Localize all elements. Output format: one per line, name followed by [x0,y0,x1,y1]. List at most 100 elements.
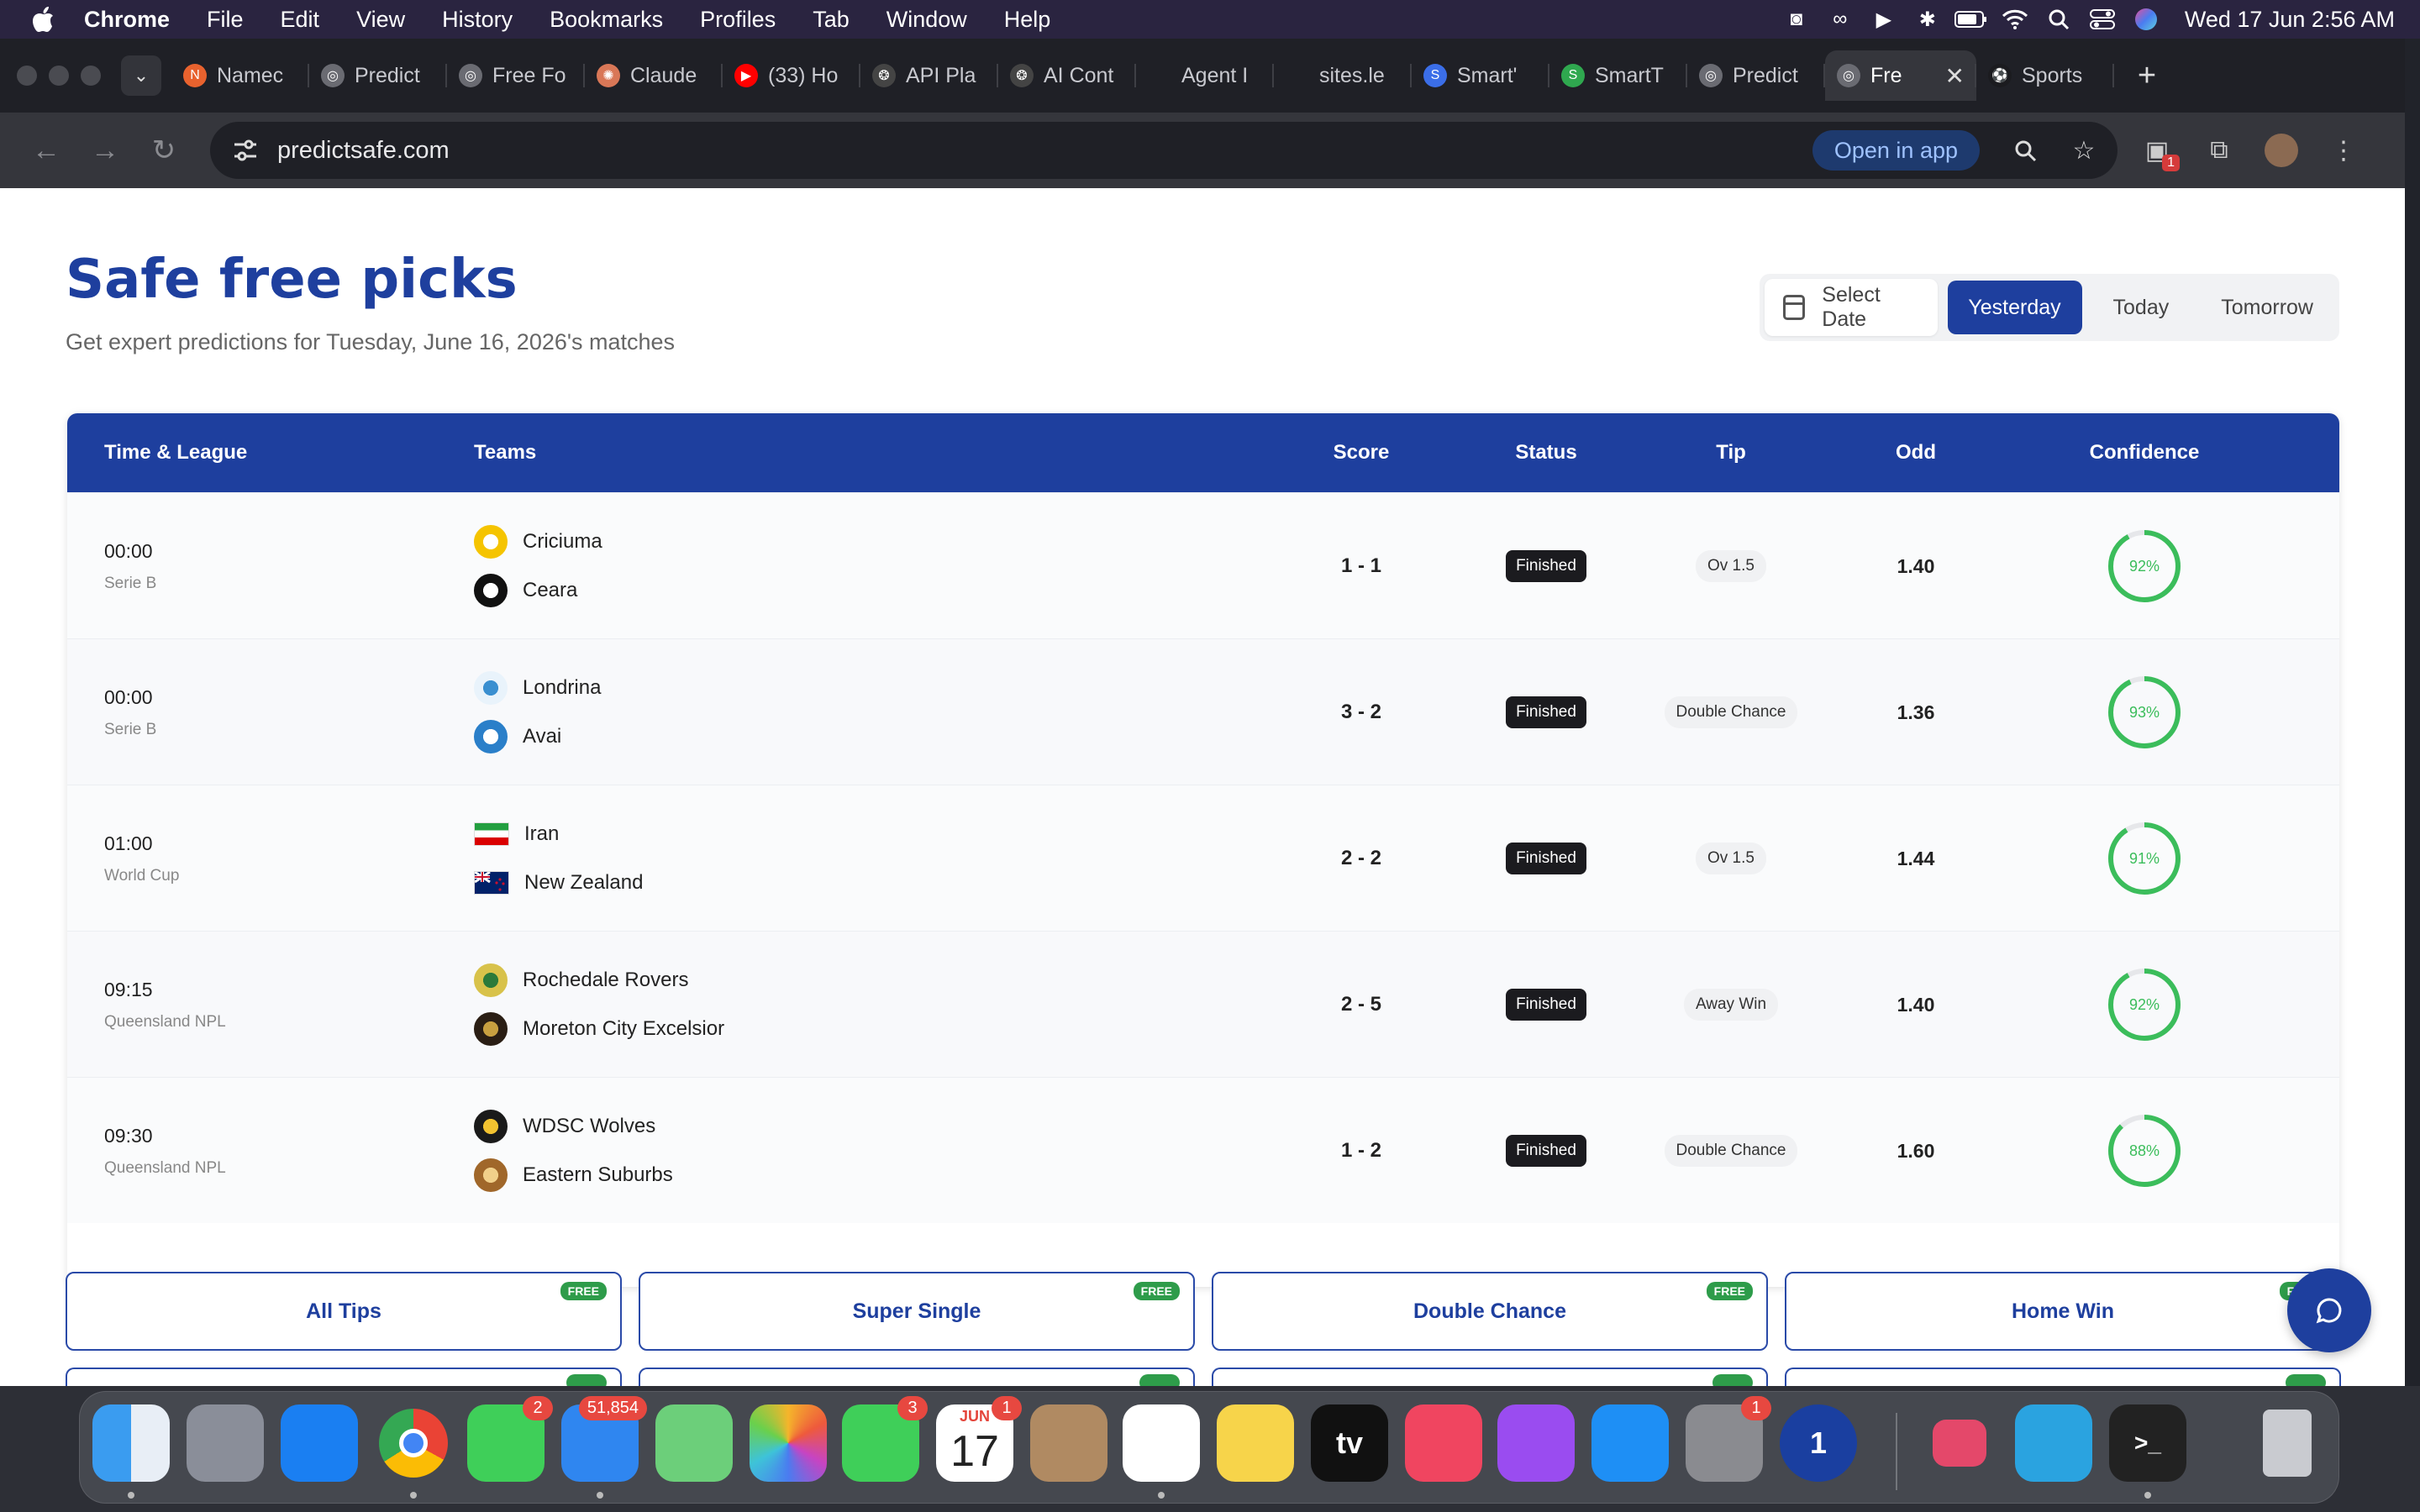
extensions-puzzle-icon[interactable]: ⧉ [2196,128,2242,173]
menu-history[interactable]: History [424,0,531,39]
maps-dock-icon[interactable] [655,1404,733,1482]
table-row[interactable]: 00:00 Serie B Londrina Avai 3 - 2 Finished Dou… [67,638,2339,785]
away-team-name: Eastern Suburbs [523,1163,673,1186]
menu-view[interactable]: View [338,0,424,39]
url-text[interactable]: predictsafe.com [277,137,1812,165]
messages-dock-icon[interactable]: 2 [467,1396,553,1482]
chat-button[interactable] [2287,1268,2371,1352]
apple-menu-icon[interactable] [20,0,66,39]
forward-icon[interactable]: → [79,124,131,176]
tab-item[interactable]: ◎ Predict [309,50,447,101]
date-option-yesterday[interactable]: Yesterday [1947,281,2082,334]
tab-search-chevron-icon[interactable]: ⌄ [121,55,161,96]
table-row[interactable]: 09:30 Queensland NPL WDSC Wolves Eastern Su… [67,1077,2339,1223]
reminders-dock-icon[interactable] [1123,1404,1200,1482]
status-badge: Finished [1506,1135,1586,1167]
podcasts-dock-icon[interactable] [1497,1404,1575,1482]
notes-dock-icon[interactable] [1217,1404,1294,1482]
menu-profiles[interactable]: Profiles [681,0,794,39]
back-icon[interactable]: ← [20,124,72,176]
category-button-home-win[interactable]: Home WinFREE [1785,1272,2341,1351]
bot-app-dock-icon[interactable] [1921,1404,1998,1482]
tab-item[interactable]: ◎ Free Fo [447,50,585,101]
tab-item[interactable]: ❂ AI Cont [998,50,1136,101]
menu-app-name[interactable]: Chrome [66,0,188,39]
minimize-window-button[interactable] [49,66,69,86]
telegram-dock-icon[interactable] [2015,1404,2092,1482]
facetime-dock-icon[interactable]: 3 [842,1396,928,1482]
zoom-window-button[interactable] [81,66,101,86]
table-row[interactable]: 09:15 Queensland NPL Rochedale Rovers Moret… [67,931,2339,1077]
play-status-icon[interactable]: ▶ [1862,0,1906,39]
menu-bookmarks[interactable]: Bookmarks [531,0,681,39]
bookmark-star-icon[interactable]: ☆ [2059,125,2109,176]
time-league-cell: 09:30 Queensland NPL [104,1078,226,1224]
category-button-all-tips[interactable]: All Tips FREE [66,1272,622,1351]
safari-dock-icon[interactable] [281,1404,358,1482]
launchpad-dock-icon[interactable] [187,1404,264,1482]
select-date-button[interactable]: Select Date [1765,279,1938,336]
address-bar[interactable]: predictsafe.com Open in app ☆ [210,122,2118,179]
close-tab-icon[interactable]: ✕ [1945,62,1965,90]
music-dock-icon[interactable] [1405,1404,1482,1482]
menu-edit[interactable]: Edit [262,0,339,39]
menu-help[interactable]: Help [986,0,1070,39]
menu-clock[interactable]: Wed 17 Jun 2:56 AM [2168,7,2395,33]
profile-avatar[interactable] [2259,128,2304,173]
bluetooth-icon[interactable]: ✱ [1906,0,1949,39]
photos-dock-icon[interactable] [750,1404,827,1482]
contacts-dock-icon[interactable] [1030,1404,1107,1482]
new-tab-button[interactable]: + [2126,55,2168,97]
open-in-app-button[interactable]: Open in app [1812,130,1980,171]
category-button-partial[interactable] [66,1368,622,1386]
zoom-search-icon[interactable] [2000,125,2050,176]
tab-item[interactable]: Agent I [1136,50,1274,101]
calendar-dock-icon[interactable]: JUN 17 1 [936,1396,1022,1482]
date-option-tomorrow[interactable]: Tomorrow [2200,281,2334,334]
system-settings-dock-icon[interactable]: 1 [1686,1396,1771,1482]
app-store-dock-icon[interactable] [1591,1404,1669,1482]
category-button-double-chance[interactable]: Double Chance FREE [1212,1272,1768,1351]
close-window-button[interactable] [17,66,37,86]
control-center-icon[interactable] [2081,0,2124,39]
terminal-dock-icon[interactable]: >_ [2109,1404,2186,1482]
tab-item[interactable]: N Namec [171,50,309,101]
tab-item[interactable]: ❂ API Pla [860,50,998,101]
tab-sports[interactable]: ⚽ Sports [1976,50,2114,101]
spotlight-search-icon[interactable] [2037,0,2081,39]
tab-item[interactable]: S SmartT [1549,50,1687,101]
menu-file[interactable]: File [188,0,262,39]
1password-dock-icon[interactable]: 1 [1780,1404,1857,1482]
confidence-value: 91% [2128,849,2160,867]
apple-tv-dock-icon[interactable]: tv [1311,1404,1388,1482]
category-button-partial[interactable] [639,1368,1195,1386]
category-button-super-single[interactable]: Super Single FREE [639,1272,1195,1351]
creative-cloud-icon[interactable]: ∞ [1818,0,1862,39]
wifi-icon[interactable] [1993,0,2037,39]
mail-dock-icon[interactable]: 51,854 [561,1396,647,1482]
table-row[interactable]: 01:00 World Cup Iran New Zealand 2 - 2 Finish… [67,785,2339,931]
extension-badge-icon[interactable]: ▣ 1 [2134,128,2180,173]
tab-item[interactable]: sites.le [1274,50,1412,101]
site-info-icon[interactable] [229,134,262,167]
battery-icon[interactable] [1949,0,1993,39]
finder-dock-icon[interactable] [92,1404,170,1482]
tab-item[interactable]: ▶ (33) Ho [723,50,860,101]
page-subtitle: Get expert predictions for Tuesday, June… [66,329,676,354]
table-row[interactable]: 00:00 Serie B Criciuma Ceara 1 - 1 Finished Ov… [67,492,2339,638]
screen-record-icon[interactable]: ◙ [1775,0,1818,39]
category-button-partial[interactable] [1785,1368,2341,1386]
date-option-today[interactable]: Today [2092,281,2191,334]
trash-dock-icon[interactable] [2249,1404,2326,1482]
menu-tab[interactable]: Tab [794,0,868,39]
tab-item[interactable]: ◎ Predict [1687,50,1825,101]
chrome-menu-icon[interactable]: ⋮ [2321,128,2366,173]
siri-icon[interactable] [2124,0,2168,39]
tab-active[interactable]: ◎ Fre ✕ [1825,50,1976,101]
tab-item[interactable]: ✺ Claude [585,50,723,101]
category-button-partial[interactable] [1212,1368,1768,1386]
menu-window[interactable]: Window [868,0,986,39]
reload-icon[interactable]: ↻ [138,124,190,176]
tab-item[interactable]: S Smart' [1412,50,1549,101]
chrome-dock-icon[interactable] [375,1404,452,1482]
